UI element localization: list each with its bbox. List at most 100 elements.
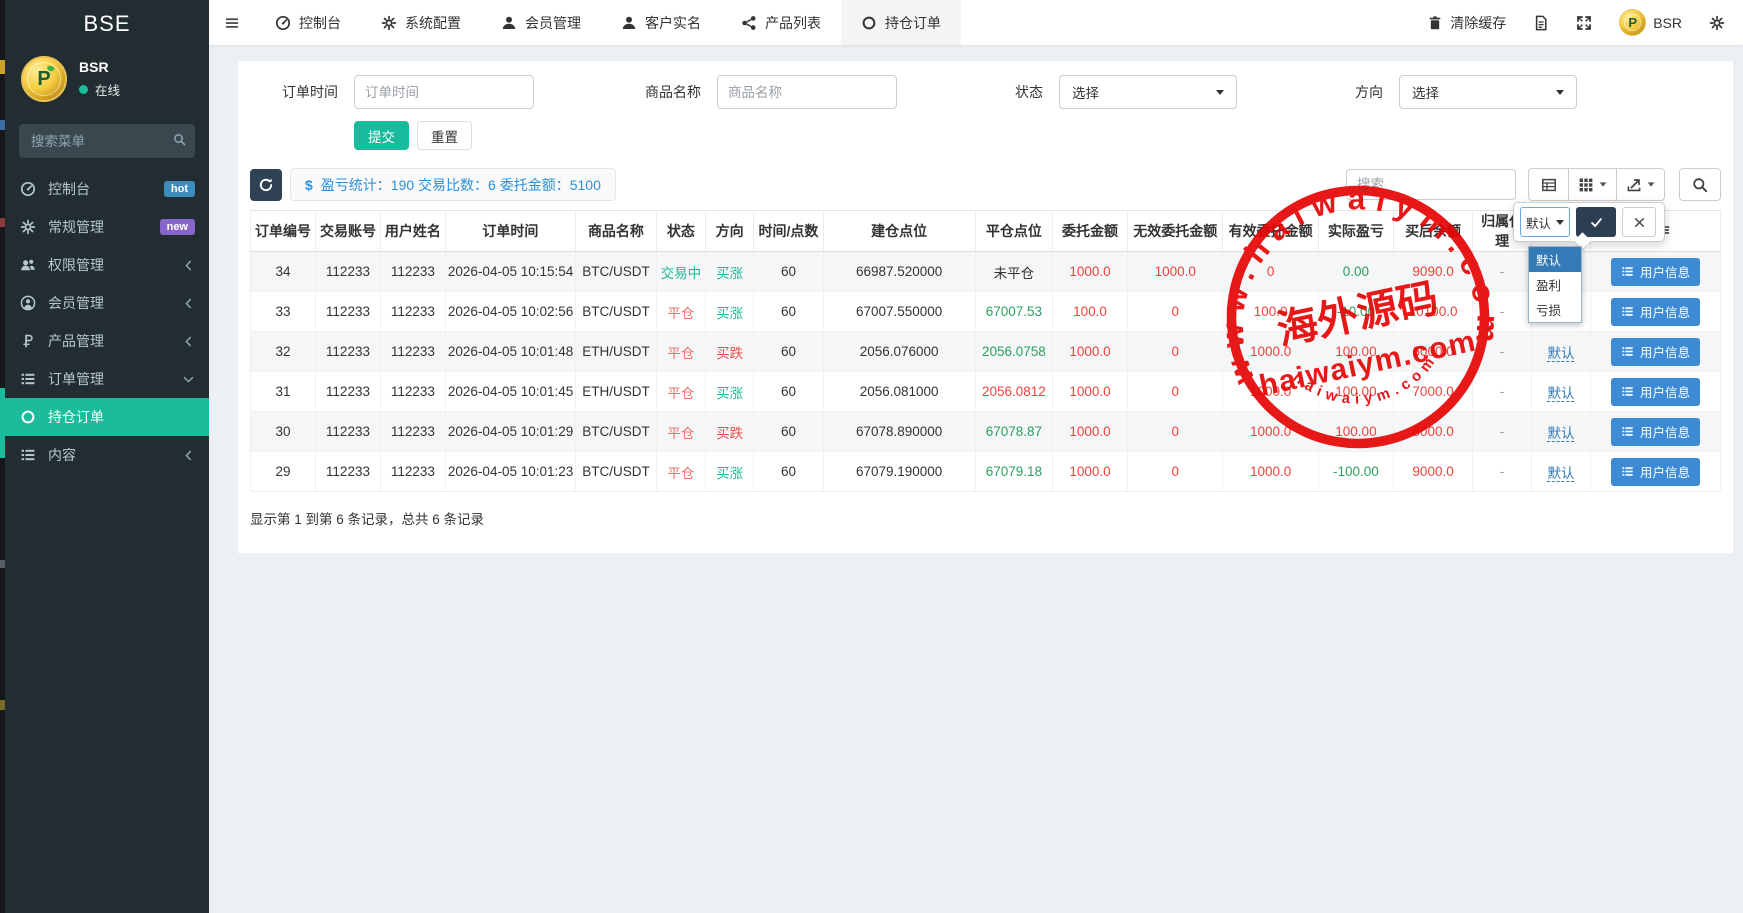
cell-14: 8000.0 (1393, 412, 1472, 452)
search-button[interactable] (1679, 168, 1721, 201)
app-logo: BSE (5, 0, 209, 48)
chevron-left-icon (182, 297, 195, 310)
sidebar-search (19, 124, 195, 158)
cell-13: -100.00 (1318, 452, 1393, 492)
cell-1: 112233 (315, 252, 380, 292)
editor-select[interactable]: 默认 (1520, 207, 1570, 237)
cell-6: 买涨 (705, 292, 754, 332)
tab-open-orders[interactable]: 持仓订单 (841, 0, 961, 45)
circle-o-icon (19, 409, 37, 425)
control-mode-link[interactable]: 默认 (1547, 346, 1574, 362)
direction-select[interactable]: 选择 (1399, 75, 1577, 109)
sidebar-item-content[interactable]: 内容 (5, 436, 209, 474)
cell-9: 67078.87 (975, 412, 1052, 452)
sidebar-item-open-orders[interactable]: 持仓订单 (5, 398, 209, 436)
tab-product-list[interactable]: 产品列表 (721, 0, 841, 45)
editor-cancel-button[interactable] (1622, 207, 1656, 237)
editor-option-默认[interactable]: 默认 (1529, 247, 1581, 272)
hamburger-menu-icon[interactable] (209, 0, 255, 45)
toggle-view-button[interactable] (1528, 168, 1569, 201)
product-name-input[interactable] (717, 75, 897, 109)
cell-17: 用户信息 (1590, 252, 1720, 292)
list-icon (19, 371, 37, 387)
cell-15: - (1473, 292, 1532, 332)
order-time-input[interactable] (354, 75, 534, 109)
cell-1: 112233 (315, 452, 380, 492)
cell-2: 112233 (380, 452, 445, 492)
tab-system-config[interactable]: 系统配置 (361, 0, 481, 45)
user-icon (501, 15, 517, 31)
cell-10: 1000.0 (1052, 372, 1127, 412)
desktop-edge-strip (0, 0, 5, 913)
status-select[interactable]: 选择 (1059, 75, 1237, 109)
column-header-3: 订单时间 (445, 211, 575, 252)
cell-10: 1000.0 (1052, 412, 1127, 452)
users-icon (19, 257, 37, 273)
cell-11: 0 (1128, 412, 1223, 452)
user-info-button[interactable]: 用户信息 (1611, 298, 1700, 326)
cell-11: 0 (1128, 332, 1223, 372)
cell-13: 100.00 (1318, 332, 1393, 372)
sidebar-item-products[interactable]: 产品管理 (5, 322, 209, 360)
status-label: 状态 (997, 82, 1059, 102)
cell-11: 0 (1128, 372, 1223, 412)
columns-button[interactable] (1568, 168, 1617, 201)
chevron-left-icon (182, 335, 195, 348)
cell-14: 10100.0 (1393, 292, 1472, 332)
sidebar-item-permissions[interactable]: 权限管理 (5, 246, 209, 284)
fullscreen-icon[interactable] (1576, 15, 1592, 31)
sidebar-item-members[interactable]: 会员管理 (5, 284, 209, 322)
cell-11: 0 (1128, 452, 1223, 492)
editor-confirm-button[interactable] (1576, 207, 1616, 237)
user-info-button[interactable]: 用户信息 (1611, 378, 1700, 406)
editor-option-盈利[interactable]: 盈利 (1529, 272, 1581, 297)
caret-down-icon (1556, 220, 1564, 225)
clear-cache-button[interactable]: 清除缓存 (1427, 13, 1506, 33)
user-info-button[interactable]: 用户信息 (1611, 458, 1700, 486)
column-header-10: 委托金额 (1052, 211, 1127, 252)
user-info-button[interactable]: 用户信息 (1611, 338, 1700, 366)
table-row: 321122331122332026-04-05 10:01:48ETH/USD… (251, 332, 1721, 372)
submit-button[interactable]: 提交 (354, 121, 409, 150)
sidebar-item-dashboard[interactable]: 控制台 hot (5, 170, 209, 208)
cell-0: 30 (251, 412, 316, 452)
user-info-button[interactable]: 用户信息 (1611, 258, 1700, 286)
column-header-9: 平仓点位 (975, 211, 1052, 252)
column-header-4: 商品名称 (575, 211, 656, 252)
tab-kyc[interactable]: 客户实名 (601, 0, 721, 45)
cell-9: 2056.0812 (975, 372, 1052, 412)
sidebar-item-orders[interactable]: 订单管理 (5, 360, 209, 398)
refresh-button[interactable] (250, 169, 282, 201)
chevron-left-icon (182, 259, 195, 272)
cell-14: 7000.0 (1393, 372, 1472, 412)
control-mode-link[interactable]: 默认 (1547, 386, 1574, 402)
dollar-icon: $ (305, 177, 313, 193)
settings-cogs-icon[interactable] (1709, 15, 1725, 31)
export-button[interactable] (1616, 168, 1665, 201)
column-header-2: 用户姓名 (380, 211, 445, 252)
list-icon (1621, 385, 1634, 398)
cell-9: 未平仓 (975, 252, 1052, 292)
cell-8: 2056.081000 (823, 372, 975, 412)
table-search-input[interactable] (1346, 169, 1516, 200)
table-row: 301122331122332026-04-05 10:01:29BTC/USD… (251, 412, 1721, 452)
cell-6: 买跌 (705, 332, 754, 372)
user-name: BSR (79, 59, 120, 75)
control-mode-link[interactable]: 默认 (1547, 466, 1574, 482)
editor-option-亏损[interactable]: 亏损 (1529, 297, 1581, 322)
user-info-button[interactable]: 用户信息 (1611, 418, 1700, 446)
control-mode-link[interactable]: 默认 (1547, 426, 1574, 442)
reset-button[interactable]: 重置 (417, 121, 472, 150)
cell-2: 112233 (380, 412, 445, 452)
product-name-label: 商品名称 (612, 82, 717, 102)
log-doc-icon[interactable] (1533, 15, 1549, 31)
sidebar-search-input[interactable] (19, 124, 195, 158)
cell-1: 112233 (315, 292, 380, 332)
tab-members[interactable]: 会员管理 (481, 0, 601, 45)
content-panel: 订单时间 商品名称 状态 选择 方向 选择 (238, 61, 1733, 553)
sidebar-item-general[interactable]: 常规管理 new (5, 208, 209, 246)
cell-11: 1000.0 (1128, 252, 1223, 292)
topnav-user[interactable]: P BSR (1619, 9, 1682, 36)
tab-dashboard[interactable]: 控制台 (255, 0, 361, 45)
list-icon (1621, 265, 1634, 278)
